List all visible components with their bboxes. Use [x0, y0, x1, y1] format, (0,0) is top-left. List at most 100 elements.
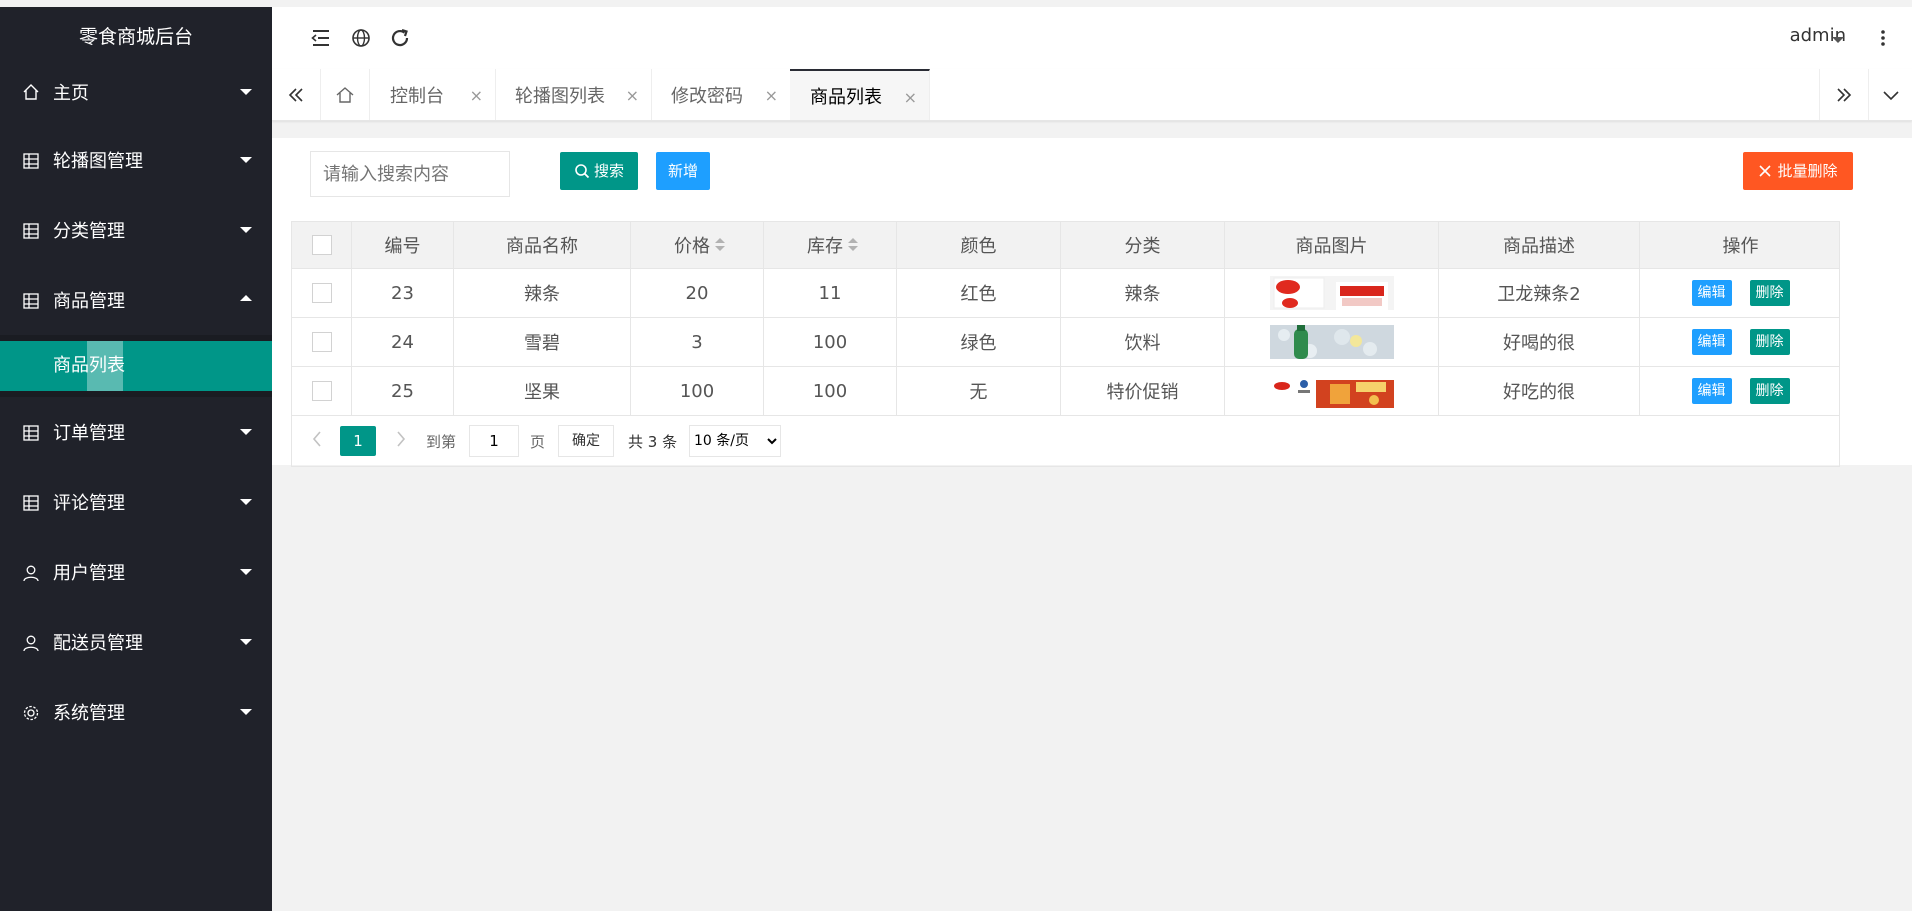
refresh-icon[interactable]	[388, 26, 412, 50]
select-all-cell	[292, 222, 352, 268]
search-icon	[575, 164, 590, 179]
tabs-scroll-left-button[interactable]	[272, 69, 321, 120]
page-unit-label: 页	[530, 433, 546, 451]
prev-page-icon[interactable]	[310, 429, 324, 449]
cell-id: 24	[352, 318, 454, 366]
close-icon[interactable]: ×	[904, 88, 917, 107]
column-header: 颜色	[897, 222, 1061, 268]
grid-icon	[22, 152, 40, 170]
select-all-checkbox[interactable]	[311, 235, 332, 255]
home-icon	[336, 86, 354, 103]
close-icon[interactable]: ×	[626, 86, 639, 105]
chevron-down-icon	[240, 89, 252, 95]
tabs-scroll-right-button[interactable]	[1819, 69, 1869, 120]
cell-color: 无	[897, 367, 1061, 415]
edit-button[interactable]: 编辑	[1691, 378, 1732, 404]
tab-label: 修改密码	[671, 85, 743, 107]
tab-label: 控制台	[390, 85, 444, 107]
add-button[interactable]: 新增	[656, 152, 710, 190]
double-chevron-right-icon	[1837, 87, 1852, 102]
chevron-down-icon	[240, 639, 252, 645]
page-size-select[interactable]: 10 条/页	[689, 425, 781, 457]
cell-image	[1225, 269, 1439, 317]
search-button[interactable]: 搜索	[560, 152, 638, 190]
sidebar-item-courier[interactable]: 配送员管理	[0, 607, 272, 677]
product-image-sprite	[1269, 325, 1394, 359]
grid-icon	[22, 222, 40, 240]
edit-button[interactable]: 编辑	[1691, 329, 1732, 355]
tabs-dropdown-button[interactable]	[1868, 69, 1912, 120]
row-checkbox[interactable]	[311, 381, 332, 401]
globe-icon[interactable]	[349, 26, 373, 50]
cell-stock: 100	[764, 318, 897, 366]
grid-icon	[22, 292, 40, 310]
sidebar-submenu: 商品列表	[0, 335, 272, 397]
column-header: 商品图片	[1225, 222, 1439, 268]
edit-button[interactable]: 编辑	[1691, 280, 1732, 306]
tab-banner-list[interactable]: 轮播图列表 ×	[495, 69, 652, 120]
sidebar-item-banner[interactable]: 轮播图管理	[0, 125, 272, 195]
sidebar-item-user[interactable]: 用户管理	[0, 537, 272, 607]
row-checkbox[interactable]	[311, 283, 332, 303]
tab-change-password[interactable]: 修改密码 ×	[651, 69, 791, 120]
column-header: 编号	[352, 222, 454, 268]
column-header: 商品名称	[454, 222, 631, 268]
cell-description: 好吃的很	[1439, 367, 1640, 415]
tab-bar: 控制台 × 轮播图列表 × 修改密码 × 商品列表 ×	[272, 69, 1912, 121]
delete-button[interactable]: 删除	[1749, 329, 1790, 355]
sidebar-item-product-list[interactable]: 商品列表	[0, 341, 272, 391]
search-button-label: 搜索	[593, 162, 624, 180]
cell-name: 坚果	[454, 367, 631, 415]
cell-category: 饮料	[1061, 318, 1225, 366]
table-row: 23 辣条 20 11 红色 辣条 卫龙辣条2 编辑 删除	[292, 269, 1839, 318]
sidebar-item-label: 轮播图管理	[53, 151, 143, 172]
product-image-latiao	[1269, 276, 1394, 310]
more-vertical-icon[interactable]	[1880, 25, 1886, 51]
chevron-down-icon	[240, 429, 252, 435]
sidebar-item-comment[interactable]: 评论管理	[0, 467, 272, 537]
column-header-label: 库存	[807, 236, 843, 257]
tab-console[interactable]: 控制台 ×	[370, 69, 496, 120]
row-select-cell	[292, 269, 352, 317]
cell-id: 23	[352, 269, 454, 317]
page-number-current[interactable]: 1	[340, 426, 376, 456]
sidebar-item-label: 商品管理	[53, 291, 125, 312]
delete-button[interactable]: 删除	[1749, 378, 1790, 404]
cell-stock: 100	[764, 367, 897, 415]
column-header-stock[interactable]: 库存	[764, 222, 897, 268]
close-icon[interactable]: ×	[765, 86, 778, 105]
sidebar-item-home[interactable]: 主页	[0, 68, 272, 116]
chevron-down-icon	[240, 709, 252, 715]
sidebar-item-label: 评论管理	[53, 493, 125, 514]
delete-button[interactable]: 删除	[1749, 280, 1790, 306]
chevron-down-icon	[240, 499, 252, 505]
cell-id: 25	[352, 367, 454, 415]
goto-page-input[interactable]	[469, 425, 519, 457]
sidebar-item-category[interactable]: 分类管理	[0, 195, 272, 265]
search-input[interactable]	[310, 151, 510, 197]
cell-price: 3	[631, 318, 764, 366]
gear-icon	[22, 704, 40, 722]
column-header-price[interactable]: 价格	[631, 222, 764, 268]
tab-label: 商品列表	[810, 86, 882, 108]
goto-confirm-button[interactable]: 确定	[558, 425, 614, 457]
sidebar-item-order[interactable]: 订单管理	[0, 397, 272, 467]
tab-product-list[interactable]: 商品列表 ×	[790, 69, 930, 120]
next-page-icon[interactable]	[394, 429, 408, 449]
batch-delete-button[interactable]: 批量删除	[1743, 152, 1853, 190]
row-checkbox[interactable]	[311, 332, 332, 352]
product-table: 编号 商品名称 价格 库存 颜色 分类 商品图片 商品描述 操作 23 辣条 2…	[291, 221, 1840, 467]
cell-description: 卫龙辣条2	[1439, 269, 1640, 317]
sidebar-item-product[interactable]: 商品管理	[0, 265, 272, 335]
product-image-nuts	[1269, 374, 1394, 408]
sidebar-item-system[interactable]: 系统管理	[0, 677, 272, 747]
tab-home[interactable]	[321, 69, 370, 120]
content-card: 搜索 新增 批量删除 编号 商品名称 价格 库存 颜色 分类 商品图片 商品描述…	[272, 138, 1912, 467]
double-chevron-left-icon	[288, 87, 303, 102]
column-header: 商品描述	[1439, 222, 1640, 268]
sidebar-item-label: 分类管理	[53, 221, 125, 242]
close-icon[interactable]: ×	[470, 86, 483, 105]
row-select-cell	[292, 367, 352, 415]
menu-fold-icon[interactable]	[309, 26, 333, 50]
cell-price: 20	[631, 269, 764, 317]
